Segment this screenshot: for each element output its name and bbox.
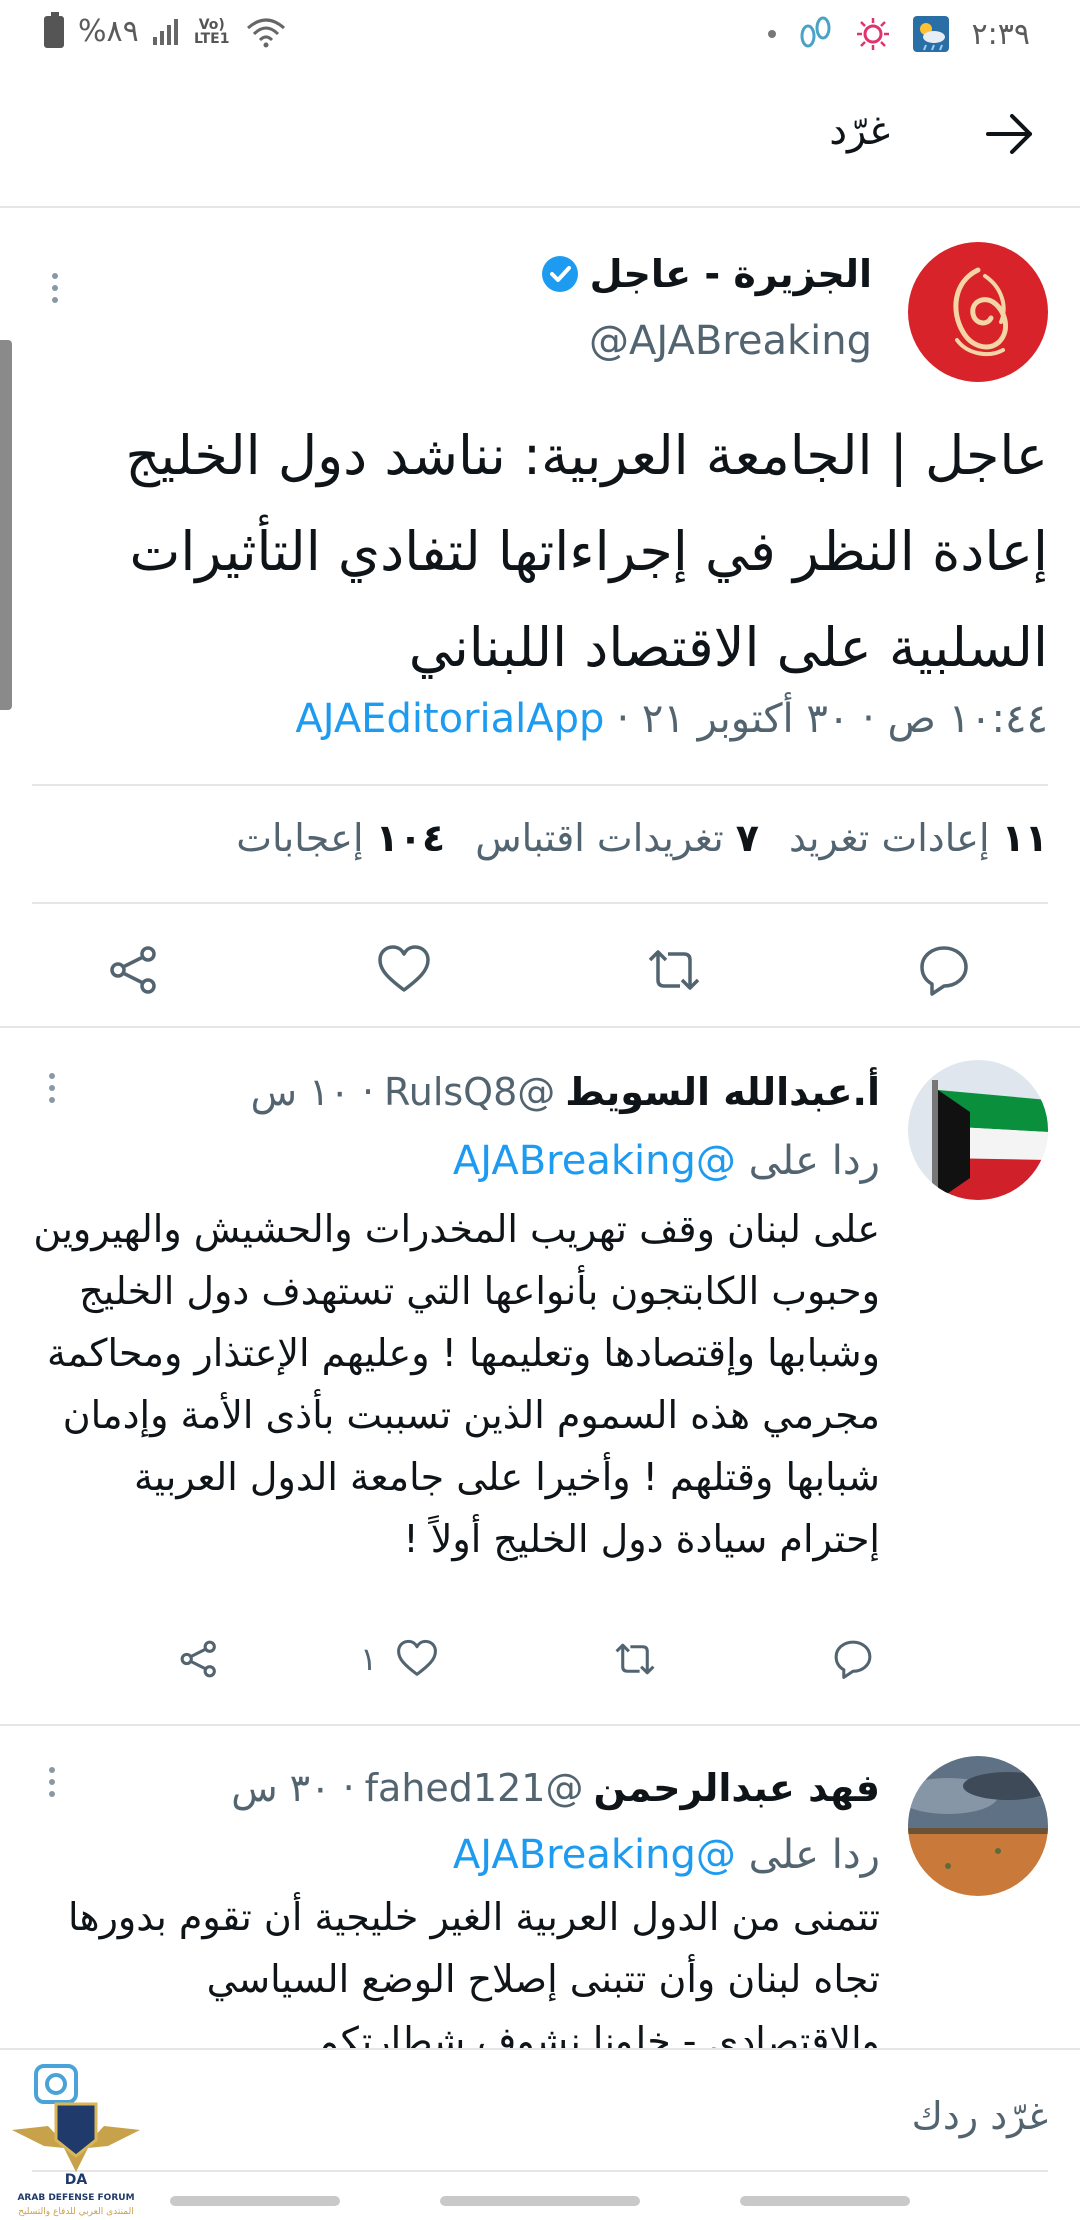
app-header: غرّد xyxy=(0,64,1080,208)
verified-badge-icon xyxy=(541,256,578,292)
retweets-stat[interactable]: ١١ إعادات تغريد xyxy=(789,816,1048,860)
tweet-timestamp: ١٠:٤٤ ص · ٣٠ أكتوبر ٢١ · xyxy=(616,696,1048,742)
reply-text: على لبنان وقف تهريب المخدرات والحشيش وال… xyxy=(33,1207,880,1561)
reply-to-line: ردا على @AJABreaking xyxy=(453,1138,880,1184)
avatar[interactable] xyxy=(908,242,1048,382)
status-time: ٢:٣٩ xyxy=(971,16,1030,52)
author-name[interactable]: الجزيرة - عاجل xyxy=(590,252,872,296)
reply-to-label: ردا على xyxy=(748,1138,880,1184)
tweet-meta: ١٠:٤٤ ص · ٣٠ أكتوبر ٢١ · AJAEditorialApp xyxy=(295,696,1048,742)
divider xyxy=(32,2170,1048,2172)
more-options-icon[interactable] xyxy=(40,1068,64,1108)
reply-comment-icon[interactable] xyxy=(914,940,974,1000)
svg-text:DA: DA xyxy=(65,2172,88,2188)
retweet-icon[interactable] xyxy=(644,940,704,1000)
reply-input[interactable]: غرّد ردك xyxy=(912,2094,1048,2138)
reply-author-name[interactable]: فهد عبدالرحمن xyxy=(593,1766,880,1810)
reply-tweet[interactable]: فهد عبدالرحمن @fahed121 · ٣٠ س ردا على @… xyxy=(0,1726,1080,2048)
tweet-text: عاجل | الجامعة العربية: نناشد دول الخليج… xyxy=(125,424,1048,679)
share-icon[interactable] xyxy=(104,940,164,1000)
author-name-row[interactable]: الجزيرة - عاجل xyxy=(540,252,872,296)
reply-author-handle[interactable]: @fahed121 xyxy=(365,1766,584,1810)
reply-to-label: ردا على xyxy=(748,1832,880,1878)
status-bar-left: %٨٩ Vo) LTE1 xyxy=(44,11,286,49)
status-bar: %٨٩ Vo) LTE1 ٢:٣٩ xyxy=(0,0,1080,64)
tweet-actions xyxy=(0,920,1080,1020)
gesture-navigation-bar xyxy=(0,2196,1080,2216)
nav-pill[interactable] xyxy=(740,2196,910,2206)
main-tweet: الجزيرة - عاجل @AJABreaking عاجل | الجام… xyxy=(0,208,1080,1028)
network-type: Vo) LTE1 xyxy=(194,16,230,47)
reply-actions: ١ xyxy=(0,1626,1080,1696)
battery-text: %٨٩ xyxy=(78,14,139,49)
like-count: ١ xyxy=(360,1640,378,1678)
quotes-stat[interactable]: ٧ تغريدات اقتباس xyxy=(475,816,759,860)
wifi-icon xyxy=(246,18,285,47)
aljazeera-logo-icon xyxy=(953,267,1009,357)
reply-tweet[interactable]: أ.عبدالله السويط @RulsQ8 · ١٠ س ردا على … xyxy=(0,1028,1080,1726)
reply-to-mention[interactable]: @AJABreaking xyxy=(453,1832,736,1878)
scroll-indicator[interactable] xyxy=(0,340,12,710)
reply-time: · ٣٠ س xyxy=(231,1766,355,1810)
page-title: غرّد xyxy=(829,108,890,154)
reply-to-mention[interactable]: @AJABreaking xyxy=(453,1138,736,1184)
reply-header: أ.عبدالله السويط @RulsQ8 · ١٠ س xyxy=(251,1070,880,1114)
reply-time: · ١٠ س xyxy=(250,1070,375,1114)
like-heart-icon[interactable] xyxy=(374,940,434,1000)
sun-icon xyxy=(856,18,889,50)
status-bar-right: ٢:٣٩ xyxy=(767,14,1030,54)
more-options-icon[interactable] xyxy=(40,268,70,308)
reply-text: تتمنى من الدول العربية الغير خليجية أن ت… xyxy=(67,1895,880,2048)
divider xyxy=(32,902,1048,904)
footprints-icon xyxy=(800,16,831,48)
kuwait-flag-avatar xyxy=(908,1060,1048,1200)
nav-pill[interactable] xyxy=(170,2196,340,2206)
share-icon[interactable] xyxy=(176,1636,222,1682)
reply-author-handle[interactable]: @RulsQ8 xyxy=(384,1070,555,1114)
notification-dot-icon xyxy=(767,30,776,38)
likes-stat[interactable]: ١٠٤ إعجابات xyxy=(236,816,445,860)
avatar[interactable] xyxy=(908,1756,1048,1896)
author-handle[interactable]: @AJABreaking xyxy=(589,318,872,364)
reply-author-name[interactable]: أ.عبدالله السويط xyxy=(565,1070,880,1114)
weather-icon xyxy=(912,16,949,52)
reply-header: فهد عبدالرحمن @fahed121 · ٣٠ س xyxy=(231,1766,880,1810)
nav-pill[interactable] xyxy=(440,2196,640,2206)
divider xyxy=(32,784,1048,786)
battery-icon xyxy=(44,11,64,48)
retweet-icon[interactable] xyxy=(612,1636,658,1682)
avatar[interactable] xyxy=(908,1060,1048,1200)
reply-comment-icon[interactable] xyxy=(830,1636,876,1682)
reply-to-line: ردا على @AJABreaking xyxy=(453,1832,880,1878)
signal-icon xyxy=(152,18,178,45)
desert-landscape-avatar xyxy=(908,1756,1048,1896)
back-arrow-icon[interactable] xyxy=(980,104,1040,164)
more-options-icon[interactable] xyxy=(40,1762,64,1802)
tweet-stats: ١١ إعادات تغريد ٧ تغريدات اقتباس ١٠٤ إعج… xyxy=(236,816,1048,860)
compose-reply-bar: غرّد ردك DA ARAB DEFENSE FORUM المنتدى ا… xyxy=(0,2048,1080,2220)
tweet-source-link[interactable]: AJAEditorialApp xyxy=(295,696,604,742)
like-heart-icon[interactable] xyxy=(394,1636,440,1682)
